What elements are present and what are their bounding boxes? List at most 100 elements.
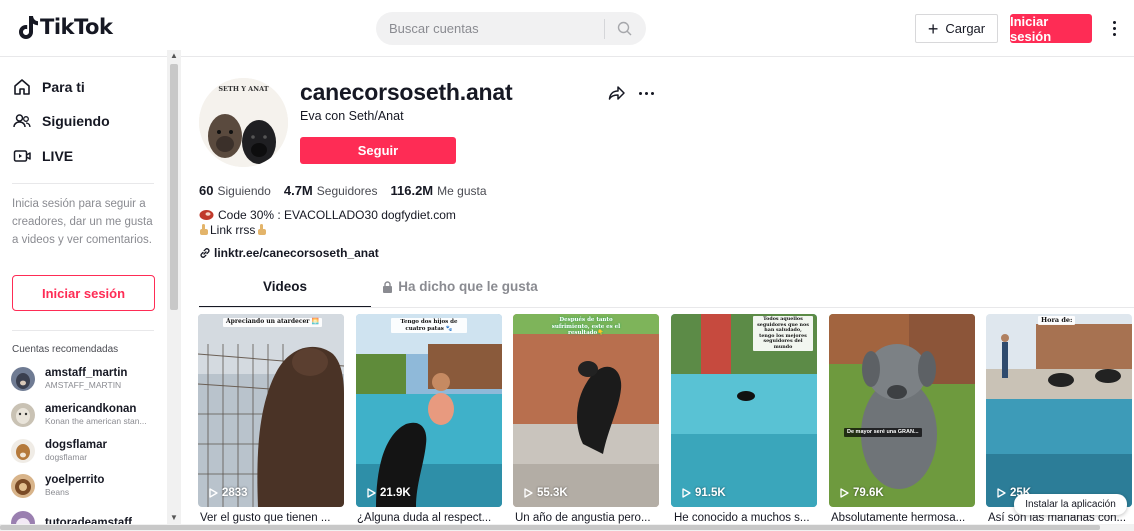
avatar [11,367,35,391]
search-button[interactable] [605,12,643,45]
video-overlay-text: Tengo dos hijos de cuatro patas 🐾 [391,318,467,333]
video-views: 2833 [209,487,248,499]
bio-link-text: linktr.ee/canecorsoseth_anat [214,246,379,260]
sidebar-divider [12,183,154,184]
sidebar-item-live[interactable]: LIVE [12,146,73,166]
search-bar [376,12,646,45]
lock-icon [383,281,393,293]
sidebar-item-label: LIVE [42,148,74,164]
pointing-hand-icon [199,224,209,236]
share-icon[interactable] [608,84,626,102]
video-thumbnail [986,314,1132,507]
video-card[interactable]: Tengo dos hijos de cuatro patas 🐾 21.9K [356,314,502,507]
profile-stats: 60 Siguiendo 4.7M Seguidores 116.2M Me g… [199,183,500,198]
sidebar-item-label: Para ti [42,79,85,95]
following-icon [12,111,32,131]
video-overlay-text: Después de tanto sufrimiento, este es el… [551,317,621,336]
scroll-down-icon[interactable]: ▼ [170,514,178,522]
view-count: 2833 [222,487,248,499]
view-count: 55.3K [537,487,568,499]
video-thumbnail [198,314,344,507]
followers-label: Seguidores [316,184,378,198]
video-card[interactable]: De mayor seré una GRAN... 79.6K [829,314,975,507]
top-header: TikTok + Cargar Iniciar sesión [0,0,1134,57]
video-card[interactable]: Hora de: 25K [986,314,1132,507]
play-icon [524,488,533,498]
scrollbar-thumb[interactable] [170,64,178,310]
bio-line: Code 30% : EVACOLLADO30 dogfydiet.com [199,208,456,222]
upload-button[interactable]: + Cargar [915,14,998,43]
more-options-icon[interactable] [1106,16,1122,40]
likes-label: Me gusta [437,184,487,198]
play-icon [840,488,849,498]
account-name: dogsflamar [45,439,107,451]
video-views: 91.5K [682,487,726,499]
sidebar-item-siguiendo[interactable]: Siguiendo [12,111,110,131]
sidebar-item-para-ti[interactable]: Para ti [12,77,85,97]
play-icon [682,488,691,498]
logo-text: TikTok [40,15,113,39]
video-card[interactable]: Todos aquellos seguidores que nos han sa… [671,314,817,507]
video-thumbnail [513,314,659,507]
recommended-account[interactable]: americandkonan Konan the american stan..… [11,403,147,427]
account-subtitle: Konan the american stan... [45,416,147,426]
view-count: 79.6K [853,487,884,499]
video-overlay-text: Hora de: [1038,316,1076,325]
sidebar-divider [12,330,154,331]
video-caption[interactable]: Ver el gusto que tienen ... [200,512,346,524]
sidebar-scrollbar[interactable]: ▲ ▼ [167,50,181,524]
video-card[interactable]: Después de tanto sufrimiento, este es el… [513,314,659,507]
followers-count: 4.7M [283,183,313,198]
tiktok-logo[interactable]: TikTok [18,14,113,40]
sidebar: Para ti Siguiendo LIVE Inicia sesión par… [0,57,167,531]
avatar [11,403,35,427]
install-app-button[interactable]: Instalar la aplicación [1014,494,1127,515]
sidebar-item-label: Siguiendo [42,113,110,129]
following-stat[interactable]: 60 Siguiendo [199,183,271,198]
following-count: 60 [199,183,214,198]
likes-count: 116.2M [390,183,434,198]
video-views: 21.9K [367,487,411,499]
recommended-account[interactable]: yoelperrito Beans [11,474,104,498]
recommended-account[interactable]: amstaff_martin AMSTAFF_MARTIN [11,367,127,391]
video-thumbnail [356,314,502,507]
account-name: amstaff_martin [45,367,128,379]
search-icon [617,21,631,36]
follow-button[interactable]: Seguir [300,137,456,164]
tab-videos[interactable]: Videos [199,279,371,307]
sidebar-login-button[interactable]: Iniciar sesión [12,275,155,311]
search-input[interactable] [389,21,604,36]
video-caption[interactable]: ¿Alguna duda al respect... [357,512,503,524]
scroll-up-icon[interactable]: ▲ [170,52,178,60]
header-login-button[interactable]: Iniciar sesión [1010,14,1092,44]
play-icon [367,488,376,498]
tab-label: Videos [262,279,308,294]
profile-more-icon[interactable] [639,86,657,100]
video-caption[interactable]: He conocido a muchos s... [674,512,820,524]
horizontal-scrollbar[interactable] [0,524,1134,531]
bio-text: Link rrss [210,223,256,237]
bio-link[interactable]: linktr.ee/canecorsoseth_anat [199,246,379,260]
upload-label: Cargar [945,21,986,36]
video-overlay-text: Todos aquellos seguidores que nos han sa… [753,316,813,351]
horizontal-scrollbar-thumb[interactable] [0,525,1100,530]
likes-stat: 116.2M Me gusta [390,183,486,198]
video-card[interactable]: Apreciando un atardecer 🌅 2833 [198,314,344,507]
following-label: Siguiendo [217,184,271,198]
tabs-divider [199,307,1134,308]
video-thumbnail [829,314,975,507]
steak-icon [199,210,214,220]
account-name: americandkonan [45,403,137,415]
view-count: 91.5K [695,487,726,499]
tab-liked[interactable]: Ha dicho que le gusta [371,279,549,307]
profile-username: canecorsoseth.anat [300,79,513,105]
recommended-account[interactable]: dogsflamar dogsflamar [11,439,107,463]
video-caption[interactable]: Absolutamente hermosa... [831,512,977,524]
profile-nickname: Eva con Seth/Anat [300,109,404,123]
account-subtitle: Beans [45,487,70,497]
profile-avatar: SETH Y ANAT [199,78,288,167]
tab-label: Ha dicho que le gusta [398,279,538,294]
followers-stat[interactable]: 4.7M Seguidores [284,183,378,198]
video-caption[interactable]: Un año de angustia pero... [515,512,661,524]
account-subtitle: dogsflamar [45,452,88,462]
